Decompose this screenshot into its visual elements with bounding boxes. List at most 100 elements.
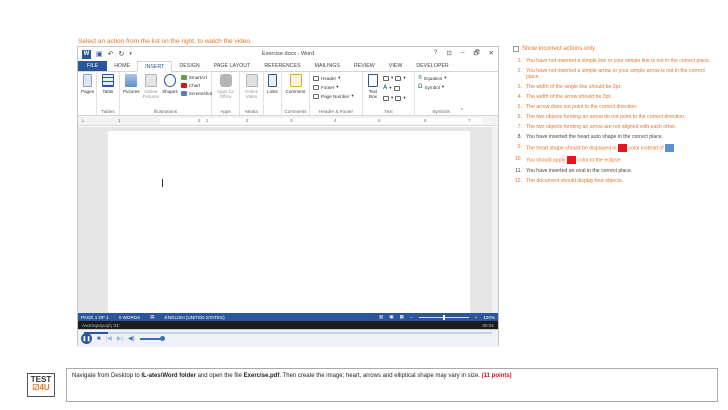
document-page[interactable] — [108, 131, 470, 313]
customize-toolbar-icon[interactable]: ▾ — [129, 51, 132, 57]
action-number: 7. — [517, 124, 522, 130]
online-video-button[interactable]: Online Video — [243, 74, 260, 99]
rewind-icon[interactable]: |◀ — [106, 335, 112, 342]
read-mode-icon[interactable]: ▥ — [379, 314, 383, 320]
action-item[interactable]: 4. The width of the arrow should be 3pt. — [513, 94, 718, 100]
vertical-scrollbar[interactable] — [492, 127, 498, 313]
symbol-label: Symbol — [424, 84, 440, 90]
proofing-icon[interactable]: ▤ — [150, 314, 154, 320]
tab-review[interactable]: REVIEW — [347, 61, 382, 71]
object-icon — [395, 95, 402, 101]
zoom-out-icon[interactable]: – — [410, 315, 413, 320]
footer-button[interactable]: Footer ▾ — [313, 84, 354, 90]
restore-button[interactable]: 🗗 — [473, 49, 479, 60]
group-comments: Comment Comments — [282, 72, 310, 115]
language-status[interactable]: ENGLISH (UNITED STATES) — [165, 315, 225, 320]
zoom-slider[interactable] — [418, 314, 469, 320]
pictures-button[interactable]: Pictures — [123, 74, 140, 94]
tab-insert[interactable]: INSERT — [137, 61, 173, 72]
tab-design[interactable]: DESIGN — [172, 61, 206, 71]
save-icon[interactable]: ▣ — [96, 50, 103, 58]
tab-page-layout[interactable]: PAGE LAYOUT — [207, 61, 258, 71]
volume-icon[interactable]: ◀) — [128, 335, 135, 342]
minimize-button[interactable]: – — [461, 49, 465, 60]
chart-icon — [180, 83, 187, 88]
print-layout-icon[interactable]: ▣ — [389, 314, 393, 320]
action-text: color to the eclipse. — [577, 157, 622, 164]
tab-view[interactable]: VIEW — [382, 61, 410, 71]
text-box-button[interactable]: Text Box — [366, 74, 380, 99]
equation-button[interactable]: π Equation ▾ — [418, 75, 447, 81]
chart-button[interactable]: Chart — [180, 83, 212, 88]
action-item[interactable]: 6. The two objects forming an arrow do no… — [513, 114, 718, 120]
action-item[interactable]: 9. The heart shape should be displayed in… — [513, 144, 718, 152]
action-item[interactable]: 12. The document should display four obje… — [513, 178, 718, 184]
action-item[interactable]: 2. You have not inserted a simple arrow o… — [513, 68, 718, 80]
group-text: Text Box ▾ ▾ A ▾ ▾ ▾ Text — [363, 72, 415, 115]
show-incorrect-checkbox[interactable] — [513, 46, 519, 52]
zoom-in-icon[interactable]: + — [475, 315, 478, 320]
actions-panel: Show incorrect actions only 1. You have n… — [513, 46, 718, 188]
ribbon-display-button[interactable]: ⊡ — [446, 49, 451, 60]
smartart-button[interactable]: SmartArt — [180, 75, 212, 80]
undo-icon[interactable]: ↶ — [108, 50, 114, 58]
pause-button[interactable]: ❚❚ — [81, 333, 92, 344]
action-item[interactable]: 5. The arrow does not point to the correc… — [513, 104, 718, 110]
action-item[interactable]: 1. You have not inserted a simple line or… — [513, 58, 718, 64]
show-incorrect-toggle[interactable]: Show incorrect actions only — [513, 46, 718, 52]
tab-references[interactable]: REFERENCES — [257, 61, 307, 71]
group-links: Links — [264, 72, 282, 115]
page-number-button[interactable]: Page Number ▾ — [313, 93, 354, 99]
word-count[interactable]: 0 WORDS — [119, 315, 140, 320]
table-button[interactable]: Table — [100, 74, 116, 94]
links-button[interactable]: Links — [267, 74, 278, 94]
drop-cap-button[interactable]: ▾ ▾ — [383, 95, 406, 101]
action-item[interactable]: 8. You have inserted the heart auto shape… — [513, 134, 718, 140]
text-box-label: Text Box — [368, 89, 378, 99]
comment-button[interactable]: Comment — [285, 74, 306, 94]
playback-progress[interactable] — [84, 332, 492, 334]
ruler-tick: 1 — [206, 118, 209, 123]
action-text: The two objects forming an arrow do not … — [526, 114, 686, 120]
stop-icon[interactable]: ■ — [97, 336, 101, 342]
forward-icon[interactable]: ▶| — [117, 335, 123, 342]
screenshot-button[interactable]: Screenshot — [180, 91, 212, 96]
redo-icon[interactable]: ↻ — [119, 50, 125, 58]
volume-slider[interactable] — [139, 335, 165, 341]
tab-file[interactable]: FILE — [78, 61, 108, 71]
text-group-label: Text — [384, 109, 393, 114]
task-text: and open the file — [195, 373, 244, 379]
ruler-tick: 2 — [246, 118, 249, 123]
quick-parts-button[interactable]: ▾ ▾ — [383, 75, 406, 81]
tab-developer[interactable]: DEVELOPER — [409, 61, 455, 71]
ruler-tick: 2 — [198, 118, 201, 123]
tab-home[interactable]: HOME — [107, 61, 137, 71]
wordart-button[interactable]: A ▾ — [383, 85, 406, 91]
action-item[interactable]: 3. The width of the single line should be… — [513, 84, 718, 90]
ruler-tick: 1 — [118, 118, 121, 123]
web-layout-icon[interactable]: ▦ — [400, 314, 404, 320]
apps-for-office-button[interactable]: Apps for Office — [215, 74, 236, 99]
horizontal-ruler[interactable]: L 1 2 1 2 3 4 5 6 7 — [78, 116, 498, 126]
help-button[interactable]: ? — [434, 49, 438, 60]
show-incorrect-label: Show incorrect actions only — [522, 46, 596, 52]
action-item[interactable]: 7. The two objects forming an arrow are n… — [513, 124, 718, 130]
close-button[interactable]: ✕ — [489, 49, 494, 60]
tab-mailings[interactable]: MAILINGS — [308, 61, 347, 71]
tables-group-label: Tables — [101, 109, 115, 114]
action-item[interactable]: 10. You should apply color to the eclipse… — [513, 156, 718, 164]
document-area — [78, 127, 498, 313]
zoom-level[interactable]: 100% — [483, 315, 495, 320]
page-count[interactable]: PAGE 1 OF 1 — [81, 315, 109, 320]
symbol-button[interactable]: Ω Symbol ▾ — [418, 84, 447, 90]
smartart-label: SmartArt — [188, 75, 207, 80]
shapes-button[interactable]: Shapes — [162, 74, 178, 94]
task-file: Exercise.pdf — [243, 373, 280, 379]
collapse-ribbon-icon[interactable]: ⌃ — [460, 108, 464, 114]
pages-button[interactable]: Pages — [81, 74, 94, 94]
tab-selector-icon[interactable]: L — [82, 118, 85, 123]
online-pictures-button[interactable]: Online Pictures — [143, 74, 159, 99]
action-item[interactable]: 11. You have inserted an oval in the corr… — [513, 168, 718, 174]
header-button[interactable]: Header ▾ — [313, 75, 354, 81]
ruler-tick: 3 — [290, 118, 293, 123]
